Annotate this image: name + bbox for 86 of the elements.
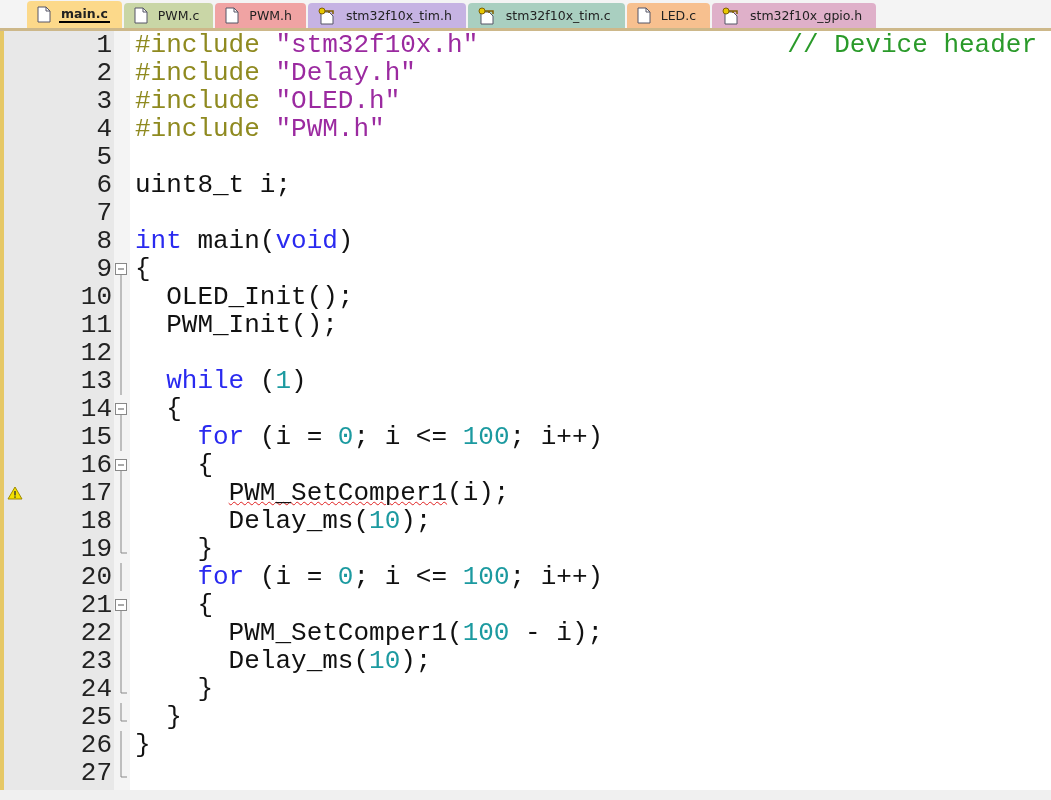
line-number: 12 (79, 338, 112, 368)
preprocessor-directive: #include (135, 58, 261, 88)
code-text: (i); (447, 478, 510, 508)
line-number: 24 (79, 674, 112, 704)
line-number: 26 (79, 730, 112, 760)
line-number: 23 (79, 646, 112, 676)
code-text: - i); (524, 618, 604, 648)
string-literal: "OLED.h" (275, 86, 401, 116)
line-number: 16 (79, 450, 112, 480)
file-tab[interactable]: stm32f10x_tim.h (307, 3, 466, 28)
code-text: PWM_SetComper1( (227, 618, 463, 648)
keyword: int (135, 226, 182, 256)
string-literal: "stm32f10x.h" (275, 31, 479, 60)
code-text: ) (337, 226, 354, 256)
code-text: Delay_ms( (227, 646, 370, 676)
line-number: 17 (79, 478, 112, 508)
line-number: 18 (79, 506, 112, 536)
line-number: 27 (79, 758, 112, 788)
number-literal: 1 (275, 366, 292, 396)
line-number: 25 (79, 702, 112, 732)
line-number: 13 (79, 366, 112, 396)
flagged-identifier: PWM_SetComper1 (227, 478, 448, 508)
code-text: uint8_t i; (135, 170, 292, 200)
preprocessor-directive: #include (135, 31, 261, 60)
line-number: 15 (79, 422, 112, 452)
code-text: Delay_ms( (227, 506, 370, 536)
code-text: PWM_Init(); (165, 310, 338, 340)
file-tab[interactable]: stm32f10x_gpio.h (712, 3, 877, 28)
line-number: 21 (79, 590, 112, 620)
code-text: { (196, 450, 213, 480)
keyword: void (275, 226, 338, 256)
line-number: 9 (95, 254, 112, 284)
code-text: } (196, 534, 213, 564)
string-literal: "PWM.h" (275, 114, 385, 144)
number-literal: 100 (462, 562, 510, 592)
code-text: } (196, 674, 213, 704)
number-literal: 0 (337, 562, 354, 592)
file-tab[interactable]: LED.c (626, 3, 711, 28)
code-text: ); (400, 646, 432, 676)
code-text: { (135, 254, 151, 284)
code-text: (i = (258, 562, 324, 592)
line-number: 11 (79, 310, 112, 340)
line-number: 14 (79, 394, 112, 424)
code-text: ) (291, 366, 307, 396)
number-literal: 100 (462, 618, 510, 648)
line-number: 4 (95, 114, 112, 144)
number-literal: 10 (369, 646, 401, 676)
line-number: 5 (95, 142, 112, 172)
file-tab[interactable]: PWM.h (215, 3, 306, 28)
keyword: while (165, 366, 245, 396)
line-number: 8 (95, 226, 112, 256)
code-text: ( (258, 366, 276, 396)
code-text: ; i <= (353, 562, 449, 592)
code-text: ; i++) (509, 422, 604, 452)
line-number: 7 (95, 198, 112, 228)
line-number: 1 (95, 31, 112, 60)
line-number: 10 (79, 282, 112, 312)
line-number: 19 (79, 534, 112, 564)
string-literal: "Delay.h" (275, 58, 416, 88)
number-literal: 0 (337, 422, 354, 452)
code-text: ; i <= (353, 422, 449, 452)
code-text: (i = (258, 422, 324, 452)
code-comment: // Device header (787, 31, 1037, 60)
number-literal: 100 (462, 422, 510, 452)
number-literal: 10 (369, 506, 401, 536)
horizontal-scrollbar[interactable] (0, 790, 1051, 800)
keyword: for (196, 422, 245, 452)
code-text: { (196, 590, 213, 620)
file-tab[interactable]: main.c (27, 1, 122, 28)
code-text: } (165, 702, 182, 732)
line-number: 20 (79, 562, 112, 592)
code-text: ; i++) (509, 562, 604, 592)
file-tab[interactable]: PWM.c (123, 3, 214, 28)
preprocessor-directive: #include (135, 114, 261, 144)
line-number: 6 (95, 170, 112, 200)
line-number: 3 (95, 86, 112, 116)
file-tab[interactable]: stm32f10x_tim.c (467, 3, 625, 28)
keyword: for (196, 562, 245, 592)
line-number: 2 (95, 58, 112, 88)
code-text: main( (196, 226, 276, 256)
line-number: 22 (79, 618, 112, 648)
preprocessor-directive: #include (135, 86, 261, 116)
code-text: { (165, 394, 182, 424)
code-text: OLED_Init(); (165, 282, 354, 312)
code-text: ); (400, 506, 432, 536)
code-text: } (135, 730, 151, 760)
